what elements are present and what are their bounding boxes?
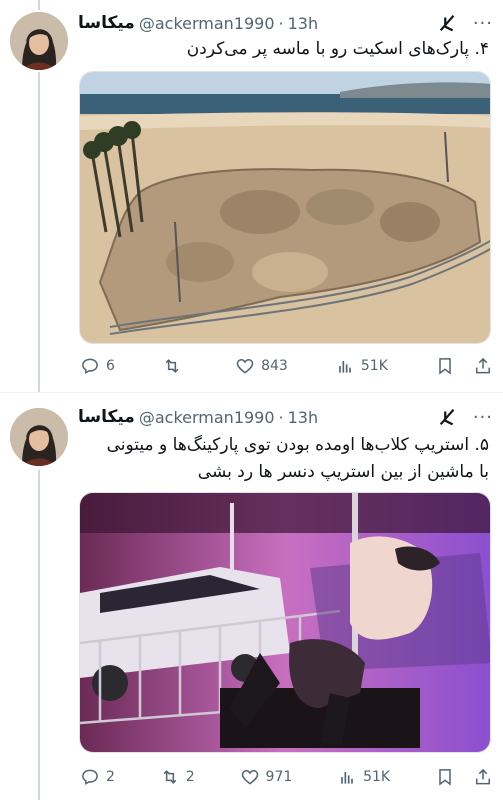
heart-icon	[241, 769, 258, 785]
like-count: 843	[261, 358, 288, 374]
views-button[interactable]: 51K	[337, 767, 390, 787]
retweet-button[interactable]	[162, 356, 188, 376]
reply-icon	[82, 358, 98, 374]
view-count: 51K	[360, 358, 388, 374]
timestamp[interactable]: 13h	[288, 408, 319, 427]
like-button[interactable]: 971	[240, 767, 293, 787]
separator-dot: ·	[278, 407, 284, 427]
action-bar: 2 2 971 51K	[80, 765, 493, 789]
tweet-media-image[interactable]	[79, 492, 491, 753]
retweet-count: 2	[185, 769, 195, 785]
tweet-1[interactable]: میکاسا @ackerman1990 · 13h ··· ۴. پارک‌ه…	[0, 0, 503, 392]
avatar[interactable]	[10, 12, 68, 70]
heart-icon	[236, 358, 254, 374]
more-options-icon[interactable]: ···	[473, 407, 493, 428]
tweet-text: ۴. پارک‌های اسکیت رو با ماسه پر می‌کردن	[186, 39, 489, 59]
views-icon	[339, 361, 351, 373]
bookmark-icon[interactable]	[435, 767, 455, 787]
tweet-header: میکاسا @ackerman1990 · 13h ···	[78, 10, 493, 36]
reply-button[interactable]: 2	[80, 767, 115, 787]
tweet-text-line-1: ۵. استریپ کلاب‌ها اومده بودن توی پارکینگ…	[106, 435, 489, 455]
action-bar: 6 843 51K	[80, 354, 493, 378]
retweet-icon	[163, 770, 177, 784]
tweet-text: ۵. استریپ کلاب‌ها اومده بودن توی پارکینگ…	[78, 432, 489, 486]
more-options-icon[interactable]: ···	[473, 13, 493, 34]
share-icon[interactable]	[473, 356, 493, 376]
separator-dot: ·	[278, 13, 284, 33]
reply-count: 2	[106, 769, 115, 785]
share-icon[interactable]	[473, 767, 493, 787]
like-count: 971	[265, 769, 293, 785]
like-button[interactable]: 843	[235, 356, 288, 376]
display-name[interactable]: میکاسا	[78, 407, 135, 427]
reply-icon	[82, 769, 98, 785]
avatar[interactable]	[10, 408, 68, 466]
views-button[interactable]: 51K	[335, 356, 388, 376]
grok-icon[interactable]	[437, 406, 459, 428]
views-icon	[341, 772, 353, 784]
tweet-divider	[0, 392, 503, 393]
display-name[interactable]: میکاسا	[78, 13, 135, 33]
tweet-text-line-2: با ماشین از بین استریپ دنسر ها رد بشی	[197, 462, 489, 482]
view-count: 51K	[363, 769, 391, 785]
retweet-icon	[165, 359, 179, 373]
tweet-media-image[interactable]	[79, 71, 491, 344]
grok-icon[interactable]	[437, 12, 459, 34]
user-handle[interactable]: @ackerman1990	[139, 408, 275, 427]
retweet-button[interactable]: 2	[160, 767, 195, 787]
tweet-header: میکاسا @ackerman1990 · 13h ···	[78, 404, 493, 430]
tweet-2[interactable]: میکاسا @ackerman1990 · 13h ··· ۵. استریپ…	[0, 396, 503, 800]
timestamp[interactable]: 13h	[288, 14, 319, 33]
user-handle[interactable]: @ackerman1990	[139, 14, 275, 33]
reply-count: 6	[106, 358, 115, 374]
bookmark-icon[interactable]	[435, 356, 455, 376]
reply-button[interactable]: 6	[80, 356, 115, 376]
